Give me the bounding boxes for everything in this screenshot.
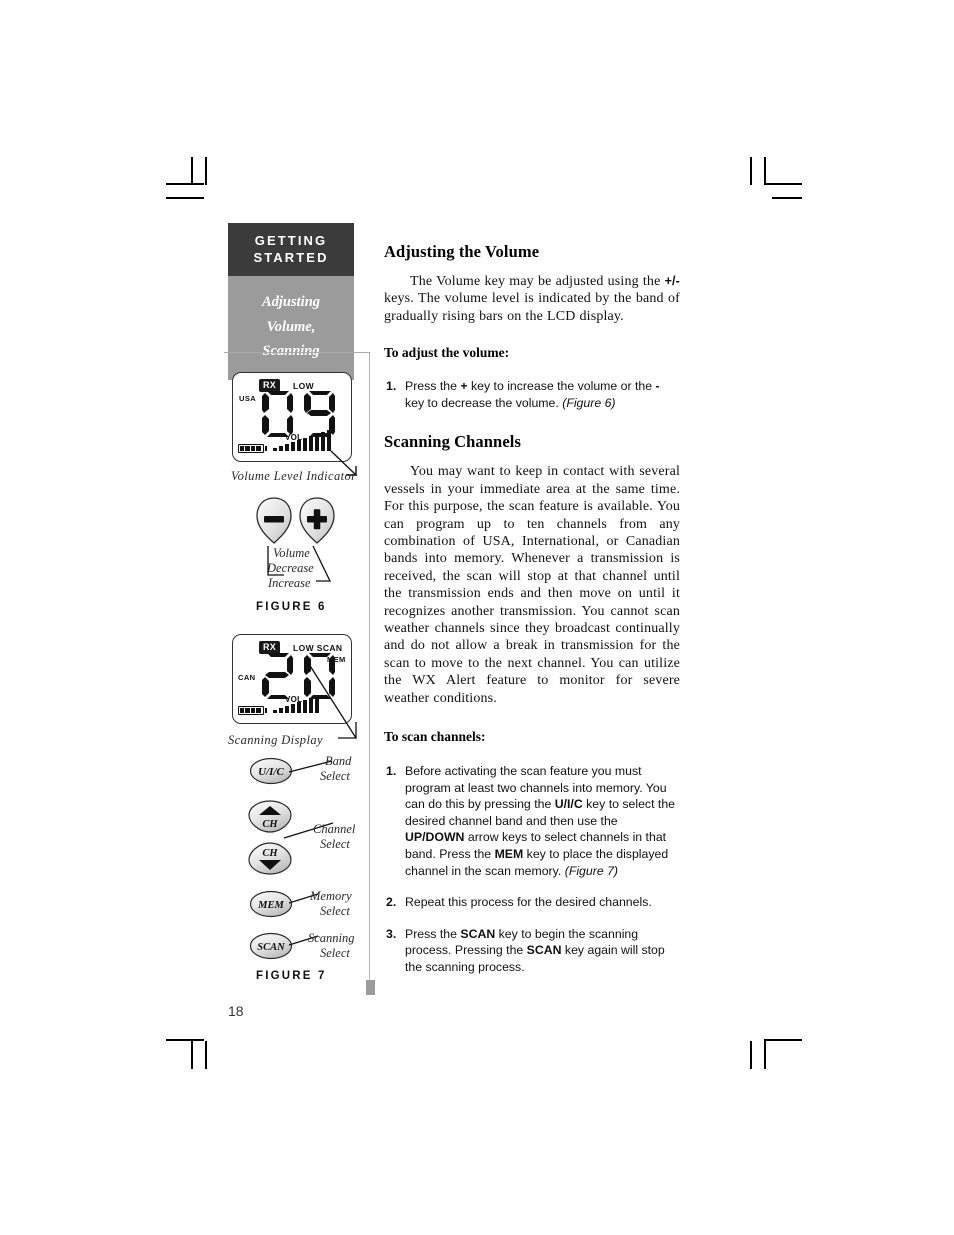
lcd-band-indicator-2: CAN	[238, 673, 256, 682]
uic-desc-line1: Band	[325, 754, 352, 768]
scan-button[interactable]: SCAN	[249, 932, 293, 960]
updown-key-ref: UP/DOWN	[405, 830, 465, 845]
subsection-tab-line1: Adjusting	[261, 294, 321, 310]
step-scan-1: 1. Before activating the scan feature you…	[384, 763, 680, 879]
section-tab-getting-started: GETTING STARTED	[228, 223, 354, 276]
step-adjust-1-c: key to decrease the volume.	[405, 395, 563, 410]
scan-desc-line2: Select	[320, 946, 350, 960]
sidebar-rule	[224, 352, 370, 353]
column-divider-marker	[366, 980, 375, 995]
heading-adjusting-volume: Adjusting the Volume	[384, 242, 540, 261]
channel-desc-line2: Select	[320, 837, 350, 851]
step-scan-2-text: Repeat this process for the desired chan…	[405, 895, 652, 910]
step-scan-3-a: Press the	[405, 926, 461, 941]
mem-button[interactable]: MEM	[249, 890, 293, 918]
subsection-tab-line2: Volume,	[266, 318, 316, 335]
volume-label-line2: Decrease	[267, 561, 314, 575]
section-tab-line2: STARTED	[253, 250, 329, 265]
plus-minus-symbol: +/-	[664, 274, 680, 288]
step-scan-1-figure-ref: (Figure 7)	[564, 863, 619, 878]
volume-level-indicator-caption: Volume Level Indicator	[231, 469, 357, 483]
step-scan-2: 2. Repeat this process for the desired ch…	[384, 894, 680, 911]
uic-button[interactable]: U/I/C	[249, 757, 293, 785]
step-adjust-1-b: key to increase the volume or the	[467, 379, 656, 394]
heading-scanning-channels: Scanning Channels	[384, 432, 521, 452]
scan-key-ref-1: SCAN	[460, 926, 496, 941]
increase-symbol: +	[460, 379, 468, 394]
section-tab-line1: GETTING	[254, 233, 328, 248]
mem-key-ref: MEM	[494, 847, 524, 862]
channel-down-button[interactable]: CH	[247, 842, 293, 876]
paragraph-volume: The Volume key may be adjusted using the…	[384, 273, 680, 325]
lcd-battery-indicator-2	[238, 706, 267, 715]
mem-desc-line2: Select	[320, 904, 350, 918]
volume-label-line1: Volume	[273, 546, 310, 560]
scan-button-label: SCAN	[257, 942, 285, 953]
figure-6-caption: FIGURE 6	[256, 601, 327, 613]
step-scan-3-number: 3.	[386, 926, 397, 941]
plus-button[interactable]	[298, 497, 336, 545]
step-adjust-1-a: Press the	[405, 379, 461, 394]
para-volume-a: The Volume key may be adjusted using the	[410, 274, 665, 289]
lcd-band-indicator: USA	[239, 394, 257, 403]
step-adjust-1-number: 1.	[386, 379, 397, 394]
para-volume-b: keys. The volume level is indicated by t…	[384, 291, 680, 324]
page-number: 18	[228, 1003, 244, 1019]
steps-scan-channels: 1. Before activating the scan feature you…	[384, 763, 680, 976]
volume-label-line3: Increase	[268, 576, 311, 590]
manual-page: GETTING STARTED Adjusting Volume, Scanni…	[0, 0, 954, 1235]
minus-button[interactable]	[255, 497, 293, 545]
step-adjust-1: 1. Press the + key to increase the volume…	[384, 378, 680, 411]
channel-down-button-label: CH	[262, 848, 278, 859]
lead-to-scan-channels: To scan channels:	[384, 729, 486, 745]
mem-desc-line1: Memory	[310, 889, 352, 903]
main-content: Adjusting the Volume The Volume key may …	[384, 242, 680, 976]
channel-desc-line1: Channel	[313, 822, 356, 836]
scanning-display-caption: Scanning Display	[228, 733, 323, 747]
uic-desc-line2: Select	[320, 769, 350, 783]
steps-adjust-volume: 1. Press the + key to increase the volume…	[384, 378, 680, 411]
mem-button-label: MEM	[257, 900, 284, 911]
lcd-volume-bars	[273, 429, 333, 451]
step-adjust-1-figure-ref: (Figure 6)	[562, 395, 616, 410]
channel-up-button-label: CH	[262, 819, 278, 830]
column-divider	[369, 353, 370, 989]
uic-button-label: U/I/C	[258, 766, 284, 778]
uic-key-ref: U/I/C	[554, 797, 583, 812]
figure-7-caption: FIGURE 7	[256, 970, 327, 982]
sidebar-tabs: GETTING STARTED Adjusting Volume, Scanni…	[228, 223, 354, 380]
lcd-volume-display: RX LOW USA VOL	[232, 372, 352, 462]
lead-to-adjust-volume: To adjust the volume:	[384, 345, 510, 361]
step-scan-1-number: 1.	[386, 764, 397, 779]
subsection-tab: Adjusting Volume, Scanning	[228, 276, 354, 380]
step-scan-2-number: 2.	[386, 895, 397, 910]
step-scan-3: 3. Press the SCAN key to begin the scanni…	[384, 926, 680, 976]
decrease-symbol: -	[655, 379, 660, 394]
scan-key-ref-2: SCAN	[526, 943, 562, 958]
paragraph-scanning: You may want to keep in contact with sev…	[384, 464, 680, 706]
scan-desc-line1: Scanning	[308, 931, 355, 945]
lcd-battery-indicator	[238, 444, 267, 453]
